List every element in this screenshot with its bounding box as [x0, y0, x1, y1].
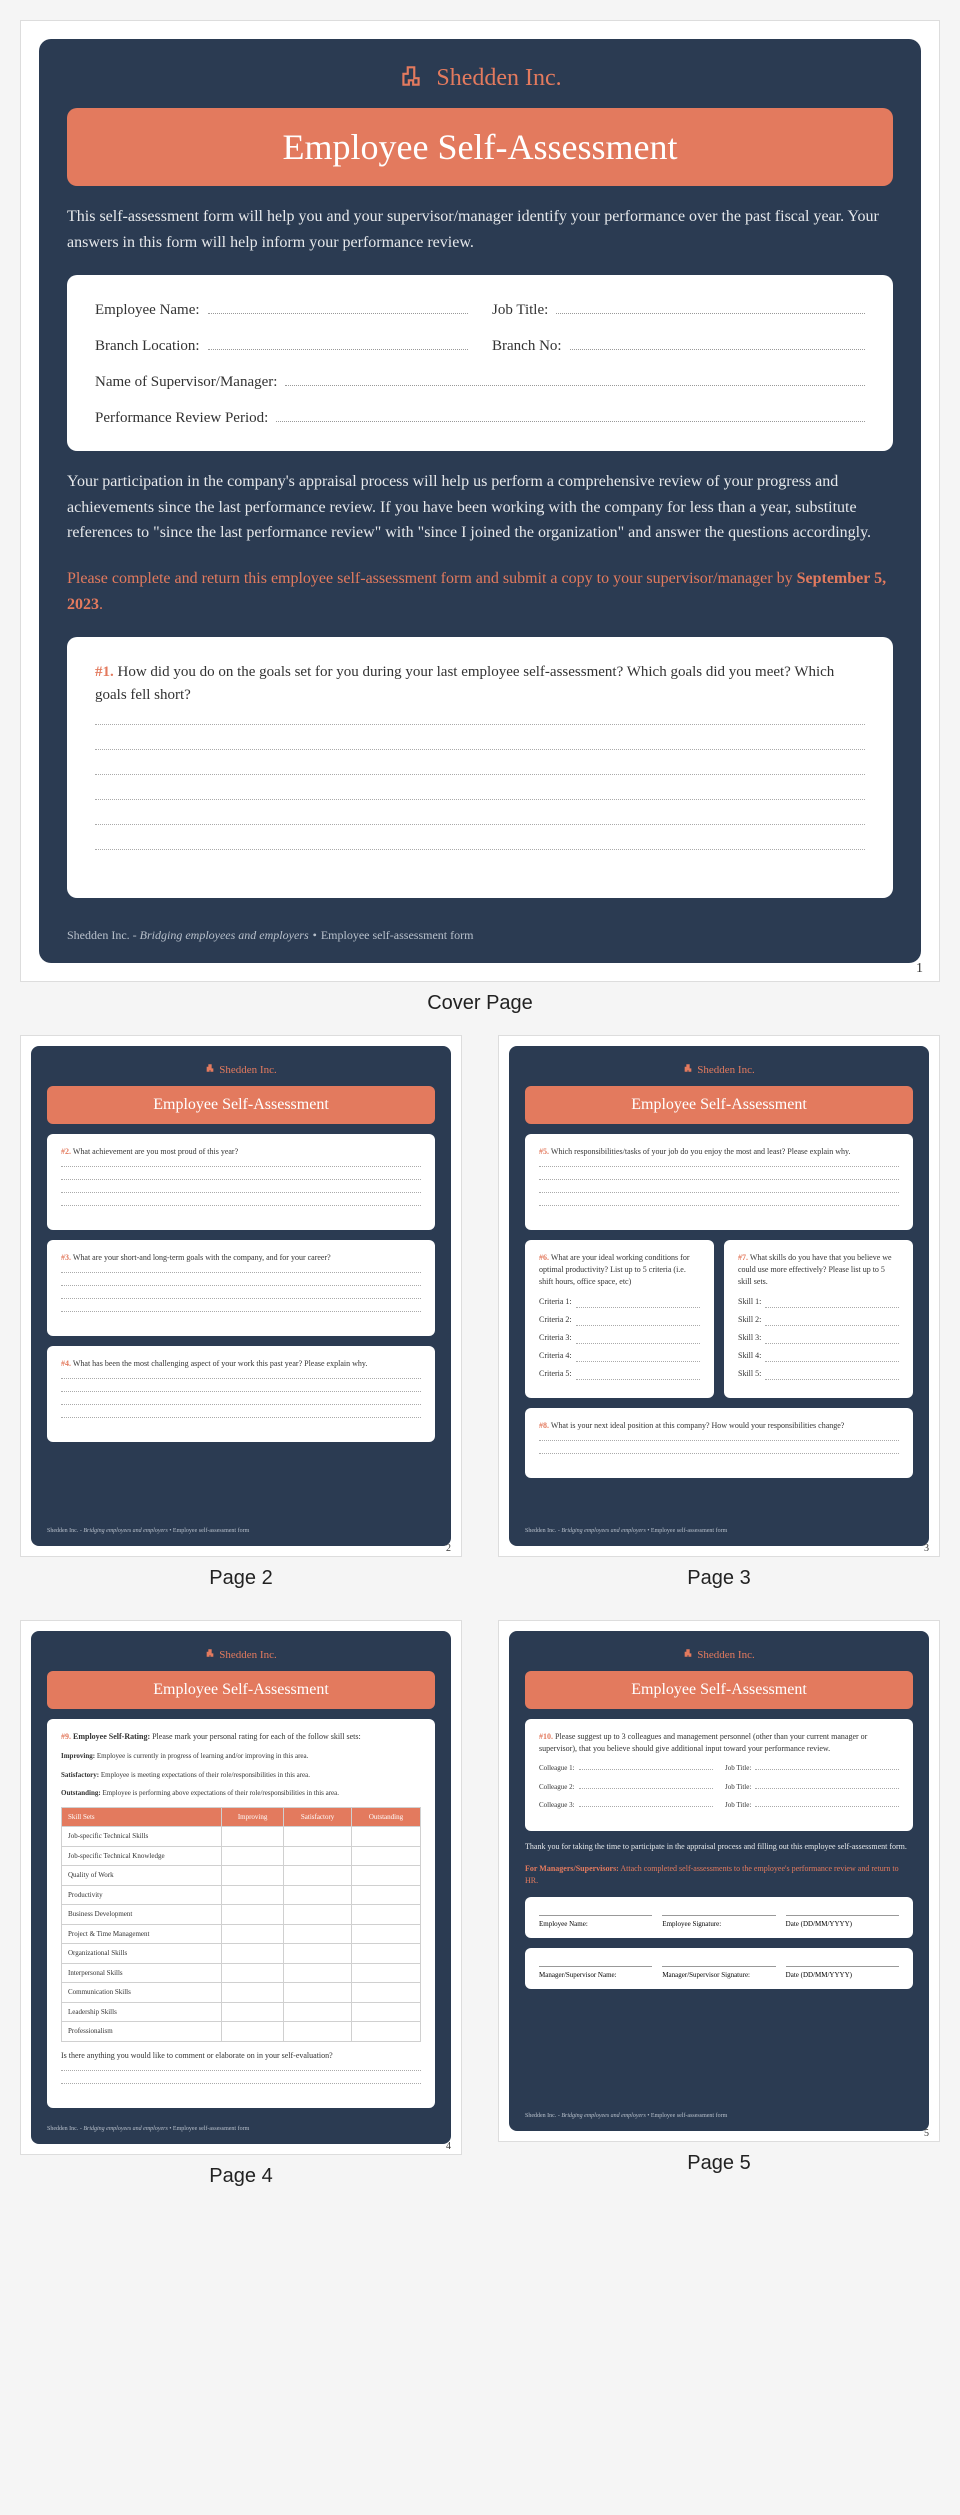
rating-table: Skill SetsImprovingSatisfactoryOutstandi…: [61, 1807, 421, 2042]
page-5-thumb[interactable]: Shedden Inc. Employee Self-Assessment #1…: [498, 1620, 940, 2142]
job-title-field[interactable]: [556, 299, 865, 314]
company-name: Shedden Inc.: [436, 65, 561, 92]
table-row: Job-specific Technical Skills: [62, 1827, 421, 1847]
table-row: Business Development: [62, 1905, 421, 1925]
table-row: Interpersonal Skills: [62, 1963, 421, 1983]
q1-text: How did you do on the goals set for you …: [95, 664, 834, 703]
table-row: Project & Time Management: [62, 1924, 421, 1944]
body-text-1: Your participation in the company's appr…: [67, 469, 893, 546]
answer-line[interactable]: [95, 849, 865, 850]
table-row: Organizational Skills: [62, 1944, 421, 1964]
logo-row: Shedden Inc.: [67, 63, 893, 94]
table-row: Job-specific Technical Knowledge: [62, 1846, 421, 1866]
employee-info-box: Employee Name: Job Title: Branch Locatio…: [67, 275, 893, 451]
answer-line[interactable]: [95, 799, 865, 800]
page-footer: Shedden Inc. - Bridging employees and em…: [67, 916, 893, 943]
manager-signature-box: Manager/Supervisor Name: Manager/Supervi…: [525, 1948, 913, 1989]
q1-number: #1.: [95, 664, 114, 680]
review-period-field[interactable]: [276, 407, 865, 422]
review-period-label: Performance Review Period:: [95, 410, 268, 427]
page-3-thumb[interactable]: Shedden Inc. Employee Self-Assessment #5…: [498, 1035, 940, 1557]
table-row: Leadership Skills: [62, 2002, 421, 2022]
page-3-caption: Page 3: [498, 1567, 940, 1590]
title-bar: Employee Self-Assessment: [67, 108, 893, 186]
table-row: Professionalism: [62, 2022, 421, 2042]
return-instruction: Please complete and return this employee…: [67, 566, 893, 617]
page-title: Employee Self-Assessment: [87, 126, 873, 168]
answer-line[interactable]: [95, 774, 865, 775]
intro-text: This self-assessment form will help you …: [67, 204, 893, 255]
cover-caption: Cover Page: [20, 992, 940, 1015]
employee-signature-box: Employee Name: Employee Signature: Date …: [525, 1897, 913, 1938]
branch-location-field[interactable]: [208, 335, 468, 350]
branch-no-label: Branch No:: [492, 338, 562, 355]
page-4-caption: Page 4: [20, 2165, 462, 2188]
cover-page: Shedden Inc. Employee Self-Assessment Th…: [20, 20, 940, 982]
table-row: Productivity: [62, 1885, 421, 1905]
page-2-caption: Page 2: [20, 1567, 462, 1590]
answer-line[interactable]: [95, 749, 865, 750]
employee-name-label: Employee Name:: [95, 302, 200, 319]
table-row: Quality of Work: [62, 1866, 421, 1886]
job-title-label: Job Title:: [492, 302, 548, 319]
employee-name-field[interactable]: [208, 299, 468, 314]
page-4-thumb[interactable]: Shedden Inc. Employee Self-Assessment #9…: [20, 1620, 462, 2155]
page-5-caption: Page 5: [498, 2152, 940, 2175]
branch-no-field[interactable]: [570, 335, 865, 350]
answer-line[interactable]: [95, 724, 865, 725]
building-icon: [398, 63, 424, 94]
table-row: Communication Skills: [62, 1983, 421, 2003]
question-1-box: #1. How did you do on the goals set for …: [67, 637, 893, 898]
supervisor-label: Name of Supervisor/Manager:: [95, 374, 277, 391]
supervisor-field[interactable]: [285, 371, 865, 386]
page-number: 1: [916, 961, 923, 977]
branch-location-label: Branch Location:: [95, 338, 200, 355]
page-2-thumb[interactable]: Shedden Inc. Employee Self-Assessment #2…: [20, 1035, 462, 1557]
answer-line[interactable]: [95, 824, 865, 825]
